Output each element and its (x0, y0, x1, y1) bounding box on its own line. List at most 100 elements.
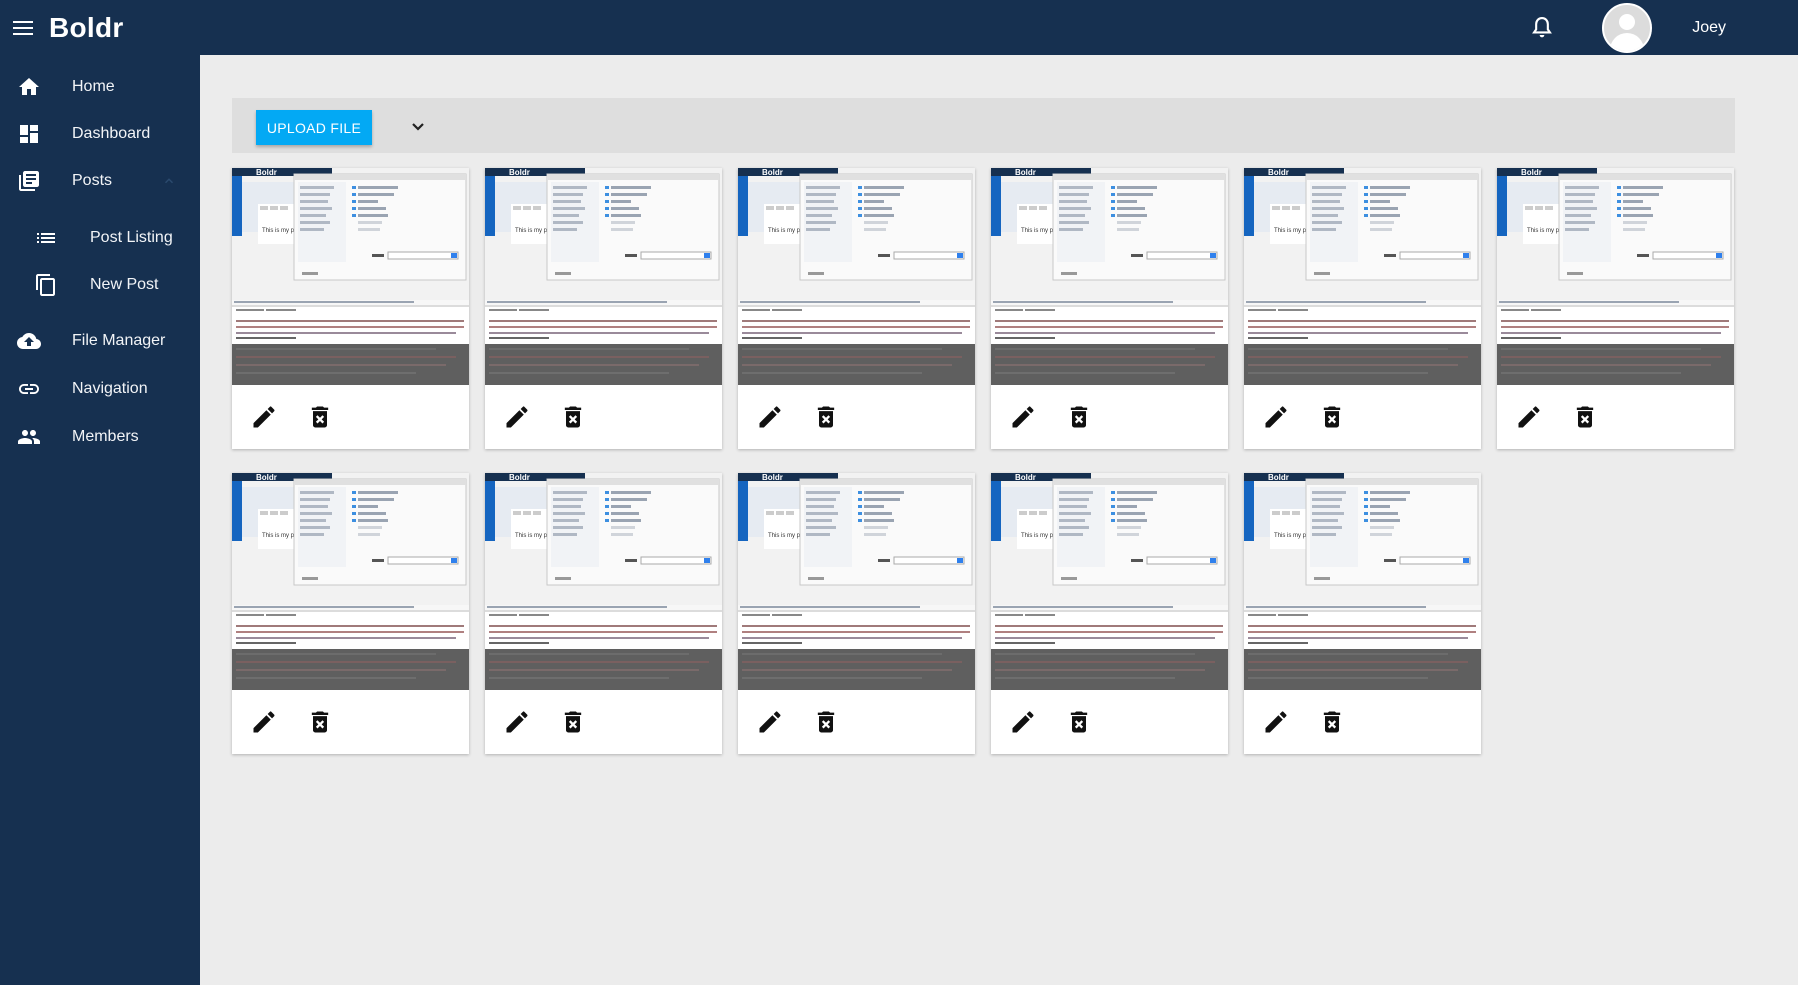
thumb-brand: Boldr (1521, 168, 1542, 177)
file-thumbnail[interactable]: Boldr This is my post (1497, 168, 1734, 385)
chevron-up-icon[interactable] (162, 174, 176, 188)
file-thumbnail[interactable]: Boldr This is my post (738, 168, 975, 385)
screenshot-thumbnail: Boldr This is my post (1244, 168, 1481, 385)
sidebar-item-dashboard[interactable]: Dashboard (0, 112, 200, 156)
file-toolbar: UPLOAD FILE (232, 98, 1735, 153)
app-title[interactable]: Boldr (49, 12, 124, 44)
user-name[interactable]: Joey (1692, 19, 1726, 37)
card-actions (1497, 385, 1734, 449)
delete-icon[interactable] (812, 403, 840, 431)
sidebar-item-label: Members (72, 428, 139, 445)
file-card[interactable]: Boldr This is my post (485, 473, 722, 754)
delete-icon[interactable] (306, 403, 334, 431)
bell-icon[interactable] (1528, 14, 1556, 42)
file-thumbnail[interactable]: Boldr This is my post (485, 473, 722, 690)
posts-icon (19, 171, 39, 191)
file-thumbnail[interactable]: Boldr This is my post (485, 168, 722, 385)
edit-icon[interactable] (756, 403, 784, 431)
card-actions (991, 690, 1228, 754)
file-card[interactable]: Boldr This is my post (485, 168, 722, 449)
screenshot-thumbnail: Boldr This is my post (991, 168, 1228, 385)
sidebar-item-members[interactable]: Members (0, 415, 200, 459)
edit-icon[interactable] (1262, 708, 1290, 736)
delete-icon[interactable] (1571, 403, 1599, 431)
sidebar-item-file-manager[interactable]: File Manager (0, 319, 200, 363)
edit-icon[interactable] (503, 403, 531, 431)
file-card[interactable]: Boldr This is my post (991, 168, 1228, 449)
card-actions (232, 385, 469, 449)
edit-icon[interactable] (756, 708, 784, 736)
thumb-brand: Boldr (509, 473, 530, 482)
file-thumbnail[interactable]: Boldr This is my post (232, 473, 469, 690)
edit-icon[interactable] (250, 708, 278, 736)
thumb-brand: Boldr (1015, 473, 1036, 482)
file-thumbnail[interactable]: Boldr This is my post (991, 168, 1228, 385)
screenshot-thumbnail: Boldr This is my post (738, 473, 975, 690)
edit-icon[interactable] (1262, 403, 1290, 431)
file-card[interactable]: Boldr This is my post (991, 473, 1228, 754)
menu-icon[interactable] (13, 16, 37, 40)
edit-icon[interactable] (1515, 403, 1543, 431)
file-card[interactable]: Boldr This is my post (738, 168, 975, 449)
app-bar: Boldr Joey (0, 0, 1798, 55)
screenshot-thumbnail: Boldr This is my post (991, 473, 1228, 690)
delete-icon[interactable] (306, 708, 334, 736)
thumb-brand: Boldr (256, 168, 277, 177)
file-thumbnail[interactable]: Boldr This is my post (991, 473, 1228, 690)
cloud-upload-icon (17, 333, 41, 349)
list-icon (37, 233, 55, 243)
dashboard-icon (20, 125, 38, 143)
edit-icon[interactable] (250, 403, 278, 431)
sidebar: Home Dashboard Posts Post Listing New Po… (0, 55, 200, 985)
file-thumbnail[interactable]: Boldr This is my post (1244, 473, 1481, 690)
sidebar-item-label: Navigation (72, 380, 148, 397)
file-thumbnail[interactable]: Boldr This is my post (1244, 168, 1481, 385)
sidebar-item-navigation[interactable]: Navigation (0, 367, 200, 411)
thumb-brand: Boldr (1268, 473, 1289, 482)
edit-icon[interactable] (503, 708, 531, 736)
delete-icon[interactable] (1065, 708, 1093, 736)
file-card[interactable]: Boldr This is my post (1244, 168, 1481, 449)
file-card[interactable]: Boldr This is my post (232, 473, 469, 754)
edit-icon[interactable] (1009, 708, 1037, 736)
sidebar-item-posts[interactable]: Posts (0, 159, 200, 203)
delete-icon[interactable] (1318, 403, 1346, 431)
file-card[interactable]: Boldr This is my post (1244, 473, 1481, 754)
thumb-brand: Boldr (1268, 168, 1289, 177)
file-card[interactable]: Boldr This is my post (232, 168, 469, 449)
sidebar-item-post-listing[interactable]: Post Listing (0, 216, 200, 260)
screenshot-thumbnail: Boldr This is my post (485, 473, 722, 690)
file-card[interactable]: Boldr This is my post (738, 473, 975, 754)
delete-icon[interactable] (812, 708, 840, 736)
sidebar-item-label: Post Listing (90, 229, 173, 246)
screenshot-thumbnail: Boldr This is my post (738, 168, 975, 385)
sidebar-item-label: New Post (90, 276, 159, 293)
home-icon (19, 78, 39, 95)
delete-icon[interactable] (559, 403, 587, 431)
chevron-down-icon[interactable] (406, 114, 430, 138)
file-thumbnail[interactable]: Boldr This is my post (232, 168, 469, 385)
card-actions (485, 690, 722, 754)
delete-icon[interactable] (1065, 403, 1093, 431)
avatar[interactable] (1602, 2, 1653, 53)
sidebar-item-new-post[interactable]: New Post (0, 263, 200, 307)
thumb-brand: Boldr (762, 473, 783, 482)
card-actions (485, 385, 722, 449)
people-icon (18, 430, 40, 444)
delete-icon[interactable] (559, 708, 587, 736)
delete-icon[interactable] (1318, 708, 1346, 736)
sidebar-item-home[interactable]: Home (0, 65, 200, 109)
card-actions (991, 385, 1228, 449)
sidebar-item-label: Dashboard (72, 125, 151, 142)
upload-file-button[interactable]: UPLOAD FILE (256, 110, 372, 145)
card-actions (1244, 690, 1481, 754)
card-actions (738, 690, 975, 754)
screenshot-thumbnail: Boldr This is my post (232, 473, 469, 690)
card-actions (1244, 385, 1481, 449)
edit-icon[interactable] (1009, 403, 1037, 431)
sidebar-item-label: Posts (72, 172, 113, 189)
file-card[interactable]: Boldr This is my post (1497, 168, 1734, 449)
card-actions (232, 690, 469, 754)
thumb-brand: Boldr (1015, 168, 1036, 177)
file-thumbnail[interactable]: Boldr This is my post (738, 473, 975, 690)
